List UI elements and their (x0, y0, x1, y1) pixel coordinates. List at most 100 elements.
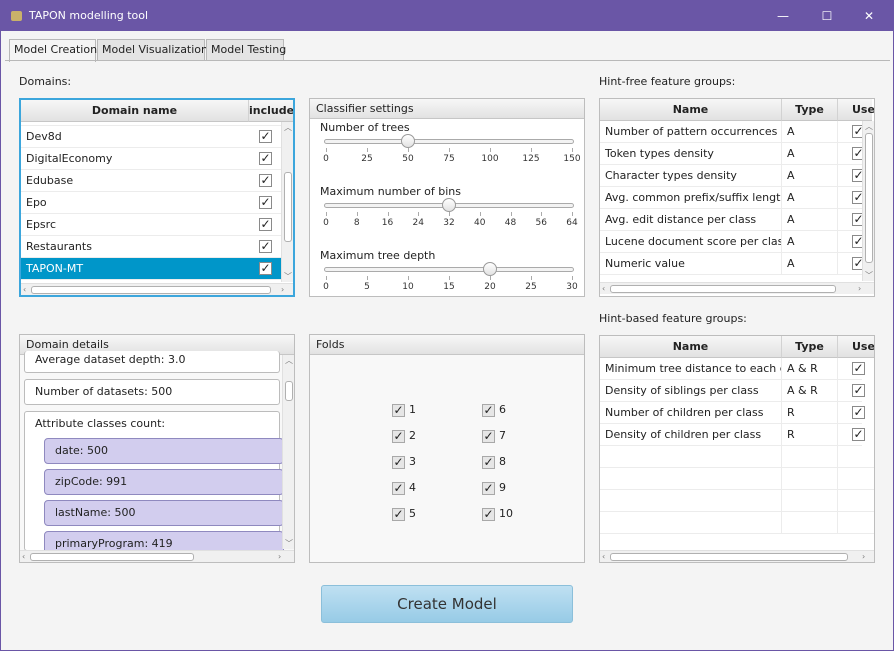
fold-checkbox[interactable]: ✓ (392, 429, 405, 443)
scroll-left-icon[interactable]: ‹ (22, 552, 25, 562)
details-vscroll[interactable]: ︿ ﹀ (282, 355, 294, 549)
create-model-button[interactable]: Create Model (321, 585, 573, 623)
domains-hscroll[interactable]: ‹ › (21, 283, 293, 295)
scroll-down-icon[interactable]: ﹀ (865, 271, 873, 281)
fold-item[interactable]: ✓ 5 (392, 507, 416, 521)
fold-checkbox[interactable]: ✓ (392, 507, 405, 521)
fold-item[interactable]: ✓ 3 (392, 455, 416, 469)
use-checkbox[interactable]: ✓ (852, 428, 865, 441)
scroll-down-icon[interactable]: ﹀ (284, 272, 292, 282)
tab-model-testing[interactable]: Model Testing (206, 39, 286, 61)
maximize-icon[interactable]: ☐ (807, 1, 847, 31)
hint-based-hscroll[interactable]: ‹ › (600, 550, 874, 562)
hint-based-type-header[interactable]: Type (782, 336, 838, 358)
tab-model-creation[interactable]: Model Creation (9, 39, 97, 62)
attribute-item[interactable]: lastName: 500 (44, 500, 284, 526)
feature-row[interactable]: Avg. common prefix/suffix length ... A ✓ (600, 187, 865, 209)
hint-free-hscroll[interactable]: ‹ › (600, 282, 874, 294)
slider-track[interactable] (324, 139, 574, 144)
domain-row[interactable]: Epo ✓ (21, 192, 281, 214)
scroll-left-icon[interactable]: ‹ (602, 284, 605, 294)
feature-row[interactable]: Number of pattern occurrences A ✓ (600, 121, 865, 143)
fold-checkbox[interactable]: ✓ (482, 481, 495, 495)
include-checkbox[interactable]: ✓ (259, 262, 272, 275)
feature-row[interactable]: Density of siblings per class A & R ✓ (600, 380, 865, 402)
include-checkbox[interactable]: ✓ (259, 218, 272, 231)
hint-free-name-header[interactable]: Name (600, 99, 782, 121)
scroll-down-icon[interactable]: ﹀ (285, 539, 293, 549)
domains-hscroll-thumb[interactable] (31, 286, 271, 294)
attribute-item[interactable]: zipCode: 991 (44, 469, 284, 495)
fold-item[interactable]: ✓ 1 (392, 403, 416, 417)
fold-checkbox[interactable]: ✓ (392, 481, 405, 495)
scroll-left-icon[interactable]: ‹ (602, 552, 605, 562)
scroll-left-icon[interactable]: ‹ (23, 285, 26, 295)
hint-free-use-header[interactable]: Use (838, 99, 874, 121)
scroll-right-icon[interactable]: › (278, 552, 281, 562)
include-header[interactable]: include (249, 100, 293, 122)
domain-row[interactable]: Edubase ✓ (21, 170, 281, 192)
fold-item[interactable]: ✓ 7 (482, 429, 506, 443)
domain-name-header[interactable]: Domain name (21, 100, 249, 122)
slider-thumb[interactable] (401, 134, 415, 148)
include-checkbox[interactable]: ✓ (259, 130, 272, 143)
domain-row[interactable]: DigitalEconomy ✓ (21, 148, 281, 170)
slider-thumb[interactable] (442, 198, 456, 212)
close-icon[interactable]: ✕ (849, 1, 889, 31)
feature-row[interactable]: Character types density A ✓ (600, 165, 865, 187)
use-checkbox[interactable]: ✓ (852, 406, 865, 419)
feature-row[interactable]: Density of children per class R ✓ (600, 424, 865, 446)
fold-item[interactable]: ✓ 2 (392, 429, 416, 443)
hint-based-use-header[interactable]: Use (838, 336, 874, 358)
details-vscroll-thumb[interactable] (285, 381, 293, 401)
fold-checkbox[interactable]: ✓ (482, 403, 495, 417)
scroll-up-icon[interactable]: ︿ (865, 122, 873, 132)
use-checkbox[interactable]: ✓ (852, 362, 865, 375)
fold-checkbox[interactable]: ✓ (392, 455, 405, 469)
fold-checkbox[interactable]: ✓ (392, 403, 405, 417)
fold-checkbox[interactable]: ✓ (482, 507, 495, 521)
feature-row[interactable]: Avg. edit distance per class A ✓ (600, 209, 865, 231)
include-checkbox[interactable]: ✓ (259, 196, 272, 209)
domains-vscroll[interactable]: ︿ ﹀ (281, 122, 293, 282)
use-checkbox[interactable]: ✓ (852, 384, 865, 397)
feature-row[interactable]: Token types density A ✓ (600, 143, 865, 165)
scroll-right-icon[interactable]: › (858, 284, 861, 294)
fold-item[interactable]: ✓ 6 (482, 403, 506, 417)
fold-item[interactable]: ✓ 9 (482, 481, 506, 495)
domain-row[interactable]: Epsrc ✓ (21, 214, 281, 236)
minimize-icon[interactable]: — (763, 1, 803, 31)
slider-track[interactable] (324, 267, 574, 272)
scroll-up-icon[interactable]: ︿ (285, 356, 293, 366)
scroll-up-icon[interactable]: ︿ (284, 123, 292, 133)
fold-checkbox[interactable]: ✓ (482, 455, 495, 469)
feature-row[interactable]: Lucene document score per class A ✓ (600, 231, 865, 253)
feature-row[interactable]: Numeric value A ✓ (600, 253, 865, 275)
domains-vscroll-thumb[interactable] (284, 172, 292, 242)
include-checkbox[interactable]: ✓ (259, 240, 272, 253)
domain-row[interactable]: Dev8d ✓ (21, 126, 281, 148)
domain-row[interactable]: TAPON-MT ✓ (21, 258, 281, 280)
attribute-item[interactable]: date: 500 (44, 438, 284, 464)
hint-based-hscroll-thumb[interactable] (610, 553, 848, 561)
hint-free-table[interactable]: Name Type Use Number of pattern occurren… (599, 98, 875, 297)
hint-based-table[interactable]: Name Type Use Minimum tree distance to e… (599, 335, 875, 563)
hint-free-hscroll-thumb[interactable] (610, 285, 836, 293)
domain-row[interactable]: Restaurants ✓ (21, 236, 281, 258)
fold-checkbox[interactable]: ✓ (482, 429, 495, 443)
feature-row[interactable]: Minimum tree distance to each cl... A & R… (600, 358, 865, 380)
hint-free-vscroll-thumb[interactable] (865, 133, 873, 263)
hint-based-name-header[interactable]: Name (600, 336, 782, 358)
hint-free-type-header[interactable]: Type (782, 99, 838, 121)
include-checkbox[interactable]: ✓ (259, 174, 272, 187)
slider-thumb[interactable] (483, 262, 497, 276)
fold-item[interactable]: ✓ 8 (482, 455, 506, 469)
fold-item[interactable]: ✓ 10 (482, 507, 513, 521)
tab-model-visualization[interactable]: Model Visualization (97, 39, 208, 61)
domains-table[interactable]: Domain name include Dev8d ✓ DigitalEconomy… (19, 98, 295, 297)
fold-item[interactable]: ✓ 4 (392, 481, 416, 495)
include-checkbox[interactable]: ✓ (259, 152, 272, 165)
feature-row[interactable]: Number of children per class R ✓ (600, 402, 865, 424)
scroll-right-icon[interactable]: › (281, 285, 284, 295)
scroll-right-icon[interactable]: › (862, 552, 865, 562)
